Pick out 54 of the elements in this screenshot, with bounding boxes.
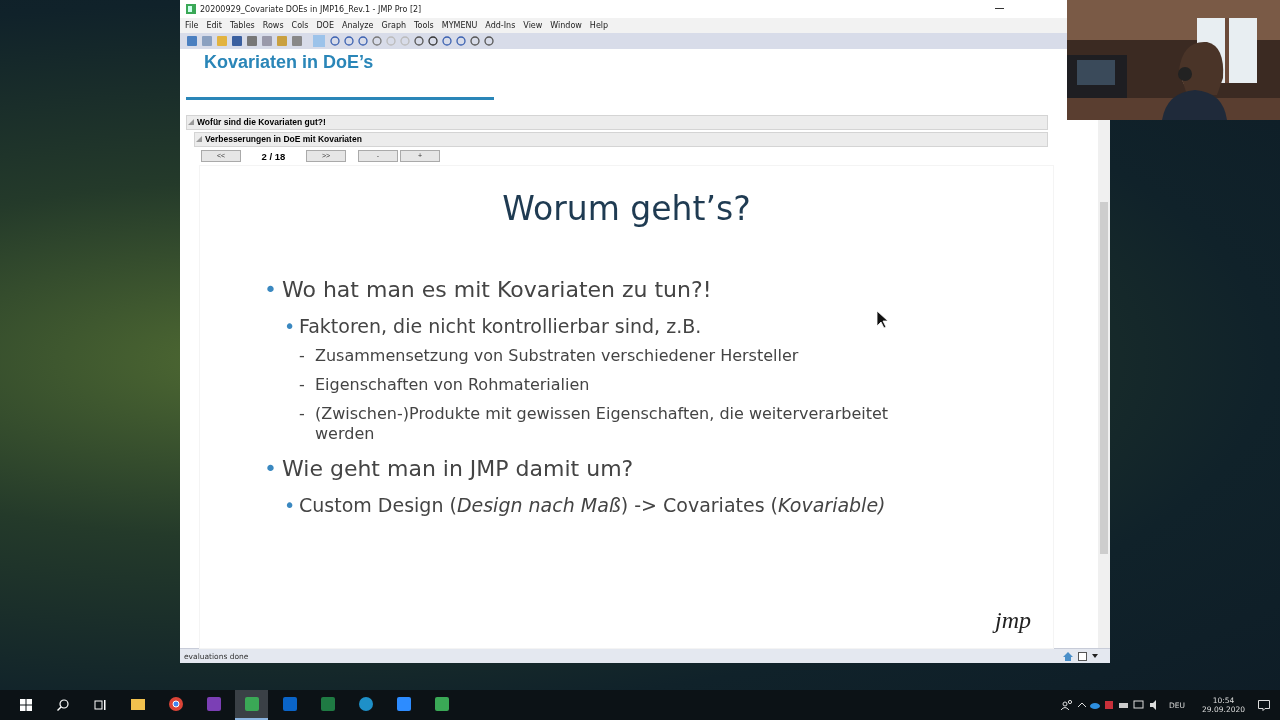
bullet-text: Wo hat man es mit Kovariaten zu tun?! <box>282 275 712 304</box>
scrollbar[interactable] <box>1098 120 1110 648</box>
app-icon <box>186 4 196 14</box>
slide-counter: 2 / 18 <box>260 150 287 162</box>
bullet-text: Custom Design (Design nach Maß) -> Covariates (Kovariable) <box>299 492 886 517</box>
outline-title: Wofür sind die Kovariaten gut?! <box>197 117 326 128</box>
menu-item[interactable]: MYMENU <box>441 21 478 30</box>
bullet-text: Wie geht man in JMP damit um? <box>282 454 634 483</box>
menu-item[interactable]: DOE <box>316 21 334 30</box>
menu-item[interactable]: Analyze <box>341 21 374 30</box>
app-icon[interactable] <box>433 696 450 712</box>
home-icon[interactable] <box>1063 651 1073 661</box>
bullet-marker: • <box>284 492 297 517</box>
checkbox-icon[interactable] <box>1078 651 1087 661</box>
bullet-text: Eigenschaften von Rohmaterialien <box>315 374 590 395</box>
bullet-marker: - <box>299 403 306 425</box>
task-view-icon[interactable] <box>94 699 106 711</box>
app-icon[interactable] <box>129 696 146 712</box>
bullet-text: Faktoren, die nicht kontrollierbar sind, z.B. <box>299 313 702 338</box>
bullet-marker: • <box>264 275 278 304</box>
scrollbar-thumb[interactable] <box>1100 202 1108 554</box>
taskbar-app[interactable] <box>235 690 268 720</box>
bullet-marker: • <box>284 313 297 338</box>
menu-item[interactable]: Cols <box>291 21 309 30</box>
dropdown-icon[interactable] <box>1092 654 1098 658</box>
menu-item[interactable]: Tools <box>414 21 434 30</box>
report-title: Kovariaten in DoE’s <box>204 52 375 74</box>
bullet-marker: - <box>299 345 306 366</box>
menu-item[interactable]: Edit <box>206 21 222 30</box>
app-icon[interactable] <box>395 696 412 712</box>
slide-title: Worum geht’s? <box>501 188 752 228</box>
search-icon[interactable] <box>57 699 69 711</box>
notification-icon[interactable] <box>1258 699 1270 711</box>
outline-title: Verbesserungen in DoE mit Kovariaten <box>205 134 362 145</box>
windows-start-icon[interactable] <box>20 699 32 711</box>
menu-item[interactable]: Help <box>589 21 609 30</box>
menu-item[interactable]: Rows <box>262 21 284 30</box>
menu-item[interactable]: View <box>523 21 543 30</box>
bullet-marker: - <box>299 374 306 395</box>
minimize-icon[interactable] <box>995 8 1004 10</box>
bullet-text: (Zwischen-)Produkte mit gewissen Eigenschaften, die weiterverarbeitet werden <box>315 403 890 444</box>
outline-header[interactable]: Wofür sind die Kovariaten gut?! <box>186 114 1048 130</box>
app-icon[interactable] <box>167 696 184 712</box>
people-icon[interactable] <box>1061 700 1074 710</box>
outline-header[interactable]: Verbesserungen in DoE mit Kovariaten <box>194 131 1048 147</box>
menu-item[interactable]: Graph <box>381 21 407 30</box>
menu-item[interactable]: Tables <box>229 21 255 30</box>
bullet-marker: • <box>264 454 278 483</box>
bullet-text: Zusammensetzung von Substraten verschiedener Hersteller <box>315 345 799 366</box>
menu-item[interactable]: Add-Ins <box>485 21 516 30</box>
window-title: 20200929_Covariate DOEs in JMP16_Rev.1 - JMP Pro [2] <box>200 4 422 14</box>
menu-item[interactable]: Window <box>550 21 582 30</box>
mouse-cursor-icon <box>877 311 888 329</box>
menu-item[interactable]: File <box>185 21 199 30</box>
